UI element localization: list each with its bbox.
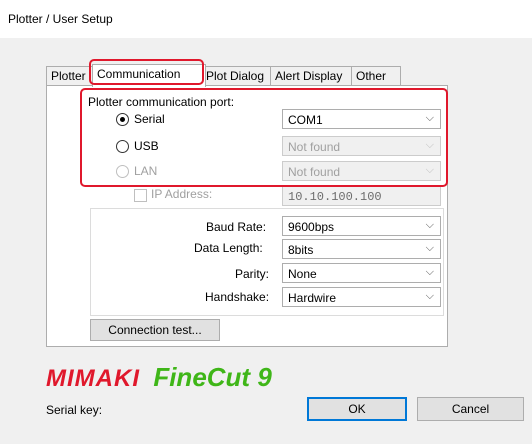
title-bar: Plotter / User Setup bbox=[0, 0, 532, 38]
parity-value: None bbox=[288, 267, 317, 281]
lan-value: Not found bbox=[288, 165, 341, 179]
handshake-select[interactable]: Hardwire ⌵ bbox=[282, 287, 441, 307]
baud-rate-select[interactable]: 9600bps ⌵ bbox=[282, 216, 441, 236]
usb-label: USB bbox=[134, 139, 159, 153]
lan-label: LAN bbox=[134, 164, 158, 178]
data-length-select[interactable]: 8bits ⌵ bbox=[282, 239, 441, 259]
serial-key-label: Serial key: bbox=[46, 403, 103, 417]
finecut-logo: FineCut 9 bbox=[153, 362, 272, 392]
connection-test-button[interactable]: Connection test... bbox=[90, 319, 220, 341]
window-title: Plotter / User Setup bbox=[8, 12, 113, 26]
ip-address-label: IP Address: bbox=[151, 187, 213, 201]
chevron-down-icon: ⌵ bbox=[425, 219, 434, 231]
mimaki-logo: MIMAKI bbox=[46, 365, 140, 392]
mimaki-finecut-logo: MIMAKI FineCut 9 bbox=[46, 362, 272, 402]
serial-radio[interactable] bbox=[116, 113, 129, 126]
baud-rate-value: 9600bps bbox=[288, 220, 335, 234]
serial-label: Serial bbox=[134, 112, 165, 126]
port-group-label: Plotter communication port: bbox=[88, 95, 235, 109]
baud-rate-label: Baud Rate: bbox=[206, 220, 267, 234]
ip-address-field: 10.10.100.100 bbox=[282, 186, 441, 206]
parity-label: Parity: bbox=[235, 267, 270, 281]
tab-other[interactable]: Other bbox=[351, 66, 401, 85]
handshake-value: Hardwire bbox=[288, 291, 337, 305]
tab-communication[interactable]: Communication bbox=[92, 64, 206, 87]
lan-radio bbox=[116, 165, 129, 178]
chevron-down-icon: ⌵ bbox=[425, 164, 434, 176]
chevron-down-icon: ⌵ bbox=[425, 266, 434, 278]
usb-select: Not found ⌵ bbox=[282, 136, 441, 156]
dialog-window: Plotter / User Setup Plotter Communicati… bbox=[0, 0, 532, 444]
tab-plot-dialog[interactable]: Plot Dialog bbox=[201, 66, 277, 85]
chevron-down-icon: ⌵ bbox=[425, 112, 434, 124]
data-length-label: Data Length: bbox=[194, 241, 263, 255]
cancel-button[interactable]: Cancel bbox=[417, 397, 524, 421]
data-length-value: 8bits bbox=[288, 243, 314, 257]
lan-select: Not found ⌵ bbox=[282, 161, 441, 181]
usb-value: Not found bbox=[288, 140, 341, 154]
handshake-label: Handshake: bbox=[205, 290, 270, 304]
serial-port-select[interactable]: COM1 ⌵ bbox=[282, 109, 441, 129]
tab-alert-display[interactable]: Alert Display bbox=[270, 66, 358, 85]
chevron-down-icon: ⌵ bbox=[425, 242, 434, 254]
usb-radio[interactable] bbox=[116, 140, 129, 153]
chevron-down-icon: ⌵ bbox=[425, 290, 434, 302]
ip-address-value: 10.10.100.100 bbox=[288, 190, 382, 204]
ip-address-checkbox bbox=[134, 189, 147, 202]
ok-button[interactable]: OK bbox=[307, 397, 407, 421]
parity-select[interactable]: None ⌵ bbox=[282, 263, 441, 283]
serial-port-value: COM1 bbox=[288, 113, 323, 127]
tab-plotter[interactable]: Plotter bbox=[46, 66, 96, 85]
chevron-down-icon: ⌵ bbox=[425, 139, 434, 151]
